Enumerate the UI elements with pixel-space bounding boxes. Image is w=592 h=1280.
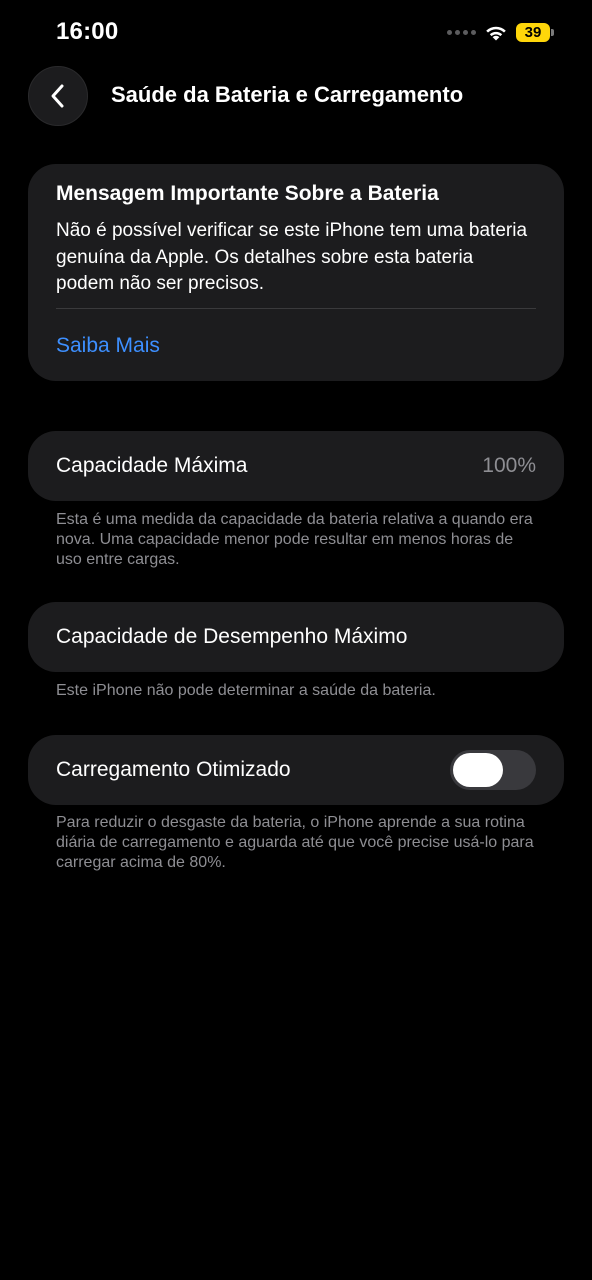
status-time: 16:00 (56, 18, 119, 45)
optimized-charging-label: Carregamento Otimizado (56, 758, 291, 781)
chevron-left-icon (51, 84, 64, 108)
status-icons: 39 (447, 22, 554, 42)
battery-message-body: Não é possível verificar se este iPhone … (56, 220, 528, 294)
battery-cap (551, 28, 554, 36)
battery-icon: 39 (516, 22, 554, 42)
battery-level: 39 (516, 22, 550, 42)
battery-message-card: Mensagem Importante Sobre a Bateria Não … (28, 164, 564, 381)
battery-message-title: Mensagem Importante Sobre a Bateria (56, 182, 439, 205)
status-bar: 16:00 39 (0, 0, 592, 64)
divider (56, 308, 536, 309)
back-button[interactable] (28, 66, 88, 126)
max-capacity-row: Capacidade Máxima 100% (28, 431, 564, 501)
cellular-signal-icon (447, 29, 476, 35)
peak-performance-footnote: Este iPhone não pode determinar a saúde … (56, 682, 436, 699)
learn-more-link[interactable]: Saiba Mais (56, 332, 160, 360)
toggle-knob (453, 753, 503, 787)
optimized-charging-toggle[interactable] (450, 750, 536, 790)
peak-performance-row: Capacidade de Desempenho Máximo (28, 602, 564, 672)
max-capacity-footnote: Esta é uma medida da capacidade da bater… (56, 511, 533, 568)
max-capacity-value: 100% (482, 454, 536, 477)
wifi-icon (486, 26, 506, 41)
page-title: Saúde da Bateria e Carregamento (111, 82, 464, 107)
optimized-charging-row: Carregamento Otimizado (28, 735, 564, 805)
peak-performance-label: Capacidade de Desempenho Máximo (56, 625, 408, 648)
optimized-charging-footnote: Para reduzir o desgaste da bateria, o iP… (56, 814, 534, 871)
max-capacity-label: Capacidade Máxima (56, 454, 248, 477)
